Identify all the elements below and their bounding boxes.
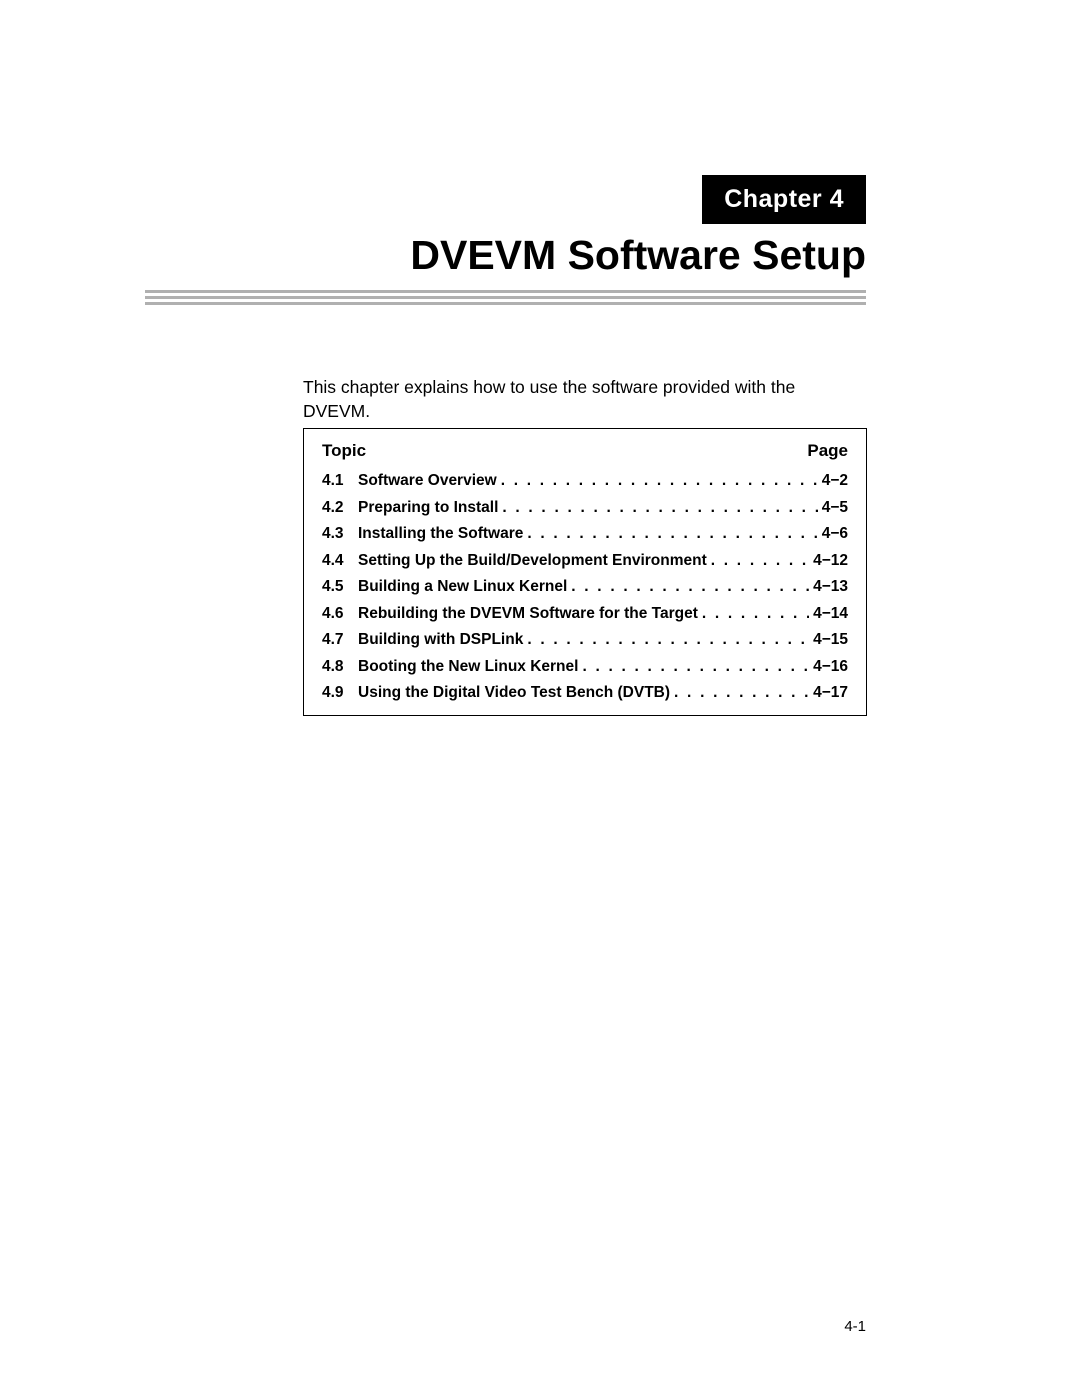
- toc-entry-page: 4−15: [813, 632, 848, 648]
- toc-entry[interactable]: 4.2 Preparing to Install 4−5: [322, 500, 848, 516]
- toc-dots: [523, 526, 821, 542]
- toc-dots: [578, 659, 813, 675]
- toc-entry-page: 4−5: [822, 500, 848, 516]
- toc-entry-number: 4.2: [322, 500, 358, 516]
- toc-header-page: Page: [807, 441, 848, 461]
- toc-entry[interactable]: 4.8 Booting the New Linux Kernel 4−16: [322, 659, 848, 675]
- toc-entry-number: 4.4: [322, 553, 358, 569]
- toc-entry-page: 4−6: [822, 526, 848, 542]
- toc-entry-page: 4−14: [813, 606, 848, 622]
- toc-box: Topic Page 4.1 Software Overview 4−2 4.2…: [303, 428, 867, 716]
- toc-dots: [707, 553, 813, 569]
- toc-dots: [523, 632, 813, 648]
- toc-entry-number: 4.8: [322, 659, 358, 675]
- rule-line: [145, 302, 866, 305]
- toc-entry-title: Installing the Software: [358, 526, 523, 542]
- toc-entry[interactable]: 4.9 Using the Digital Video Test Bench (…: [322, 685, 848, 701]
- toc-entry-page: 4−2: [822, 473, 848, 489]
- page-number: 4-1: [844, 1318, 866, 1335]
- toc-entry-number: 4.7: [322, 632, 358, 648]
- chapter-intro: This chapter explains how to use the sof…: [303, 376, 866, 423]
- toc-entry-number: 4.1: [322, 473, 358, 489]
- toc-entry-number: 4.9: [322, 685, 358, 701]
- toc-entry-title: Setting Up the Build/Development Environ…: [358, 553, 707, 569]
- toc-entry-title: Using the Digital Video Test Bench (DVTB…: [358, 685, 670, 701]
- rule-line: [145, 290, 866, 293]
- toc-dots: [670, 685, 813, 701]
- toc-entry-title: Building a New Linux Kernel: [358, 579, 567, 595]
- toc-entry-title: Building with DSPLink: [358, 632, 523, 648]
- toc-header-topic: Topic: [322, 441, 366, 461]
- toc-entry[interactable]: 4.4 Setting Up the Build/Development Env…: [322, 553, 848, 569]
- page: Chapter 4 DVEVM Software Setup This chap…: [0, 0, 1080, 1397]
- toc-entry-title: Software Overview: [358, 473, 497, 489]
- toc-entry[interactable]: 4.1 Software Overview 4−2: [322, 473, 848, 489]
- toc-entry-title: Booting the New Linux Kernel: [358, 659, 578, 675]
- toc-entry-page: 4−16: [813, 659, 848, 675]
- toc-entry-number: 4.6: [322, 606, 358, 622]
- toc-entry-title: Rebuilding the DVEVM Software for the Ta…: [358, 606, 698, 622]
- toc-entry-page: 4−12: [813, 553, 848, 569]
- toc-entry[interactable]: 4.7 Building with DSPLink 4−15: [322, 632, 848, 648]
- toc-entry-page: 4−17: [813, 685, 848, 701]
- toc-entry[interactable]: 4.6 Rebuilding the DVEVM Software for th…: [322, 606, 848, 622]
- toc-dots: [567, 579, 813, 595]
- toc-dots: [698, 606, 813, 622]
- toc-entry-number: 4.5: [322, 579, 358, 595]
- toc-entry-title: Preparing to Install: [358, 500, 498, 516]
- toc-dots: [497, 473, 822, 489]
- toc-entry[interactable]: 4.3 Installing the Software 4−6: [322, 526, 848, 542]
- toc-entry[interactable]: 4.5 Building a New Linux Kernel 4−13: [322, 579, 848, 595]
- toc-dots: [498, 500, 821, 516]
- toc-entry-number: 4.3: [322, 526, 358, 542]
- toc-header-row: Topic Page: [322, 441, 848, 461]
- rule-line: [145, 296, 866, 299]
- chapter-title: DVEVM Software Setup: [410, 232, 866, 279]
- chapter-label: Chapter 4: [702, 175, 866, 224]
- divider-rules: [145, 290, 866, 308]
- toc-entry-page: 4−13: [813, 579, 848, 595]
